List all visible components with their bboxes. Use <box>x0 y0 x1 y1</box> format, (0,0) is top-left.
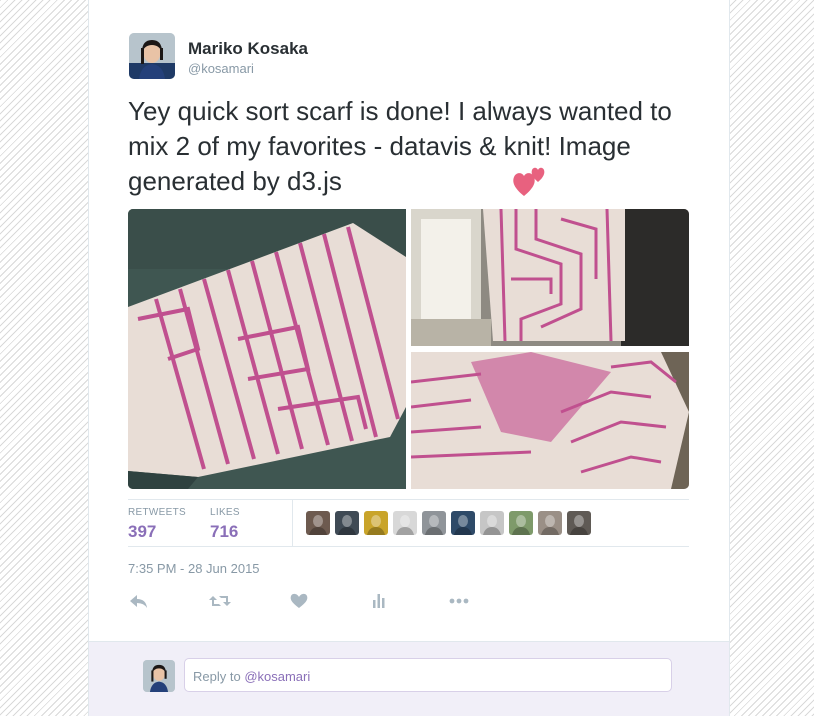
likes-label: LIKES <box>210 507 240 518</box>
more-icon[interactable] <box>448 590 528 612</box>
scarf-window-photo[interactable] <box>411 209 689 346</box>
like-icon[interactable] <box>288 590 368 612</box>
liker-avatar[interactable] <box>393 511 417 535</box>
liker-avatar[interactable] <box>364 511 388 535</box>
liker-avatar[interactable] <box>509 511 533 535</box>
likes-stat[interactable]: LIKES 716 <box>210 507 240 542</box>
tweet-timestamp[interactable]: 7:35 PM - 28 Jun 2015 <box>128 561 260 576</box>
tweet-card: Mariko Kosaka @kosamari Yey quick sort s… <box>88 0 730 716</box>
user-name[interactable]: Mariko Kosaka <box>188 39 308 59</box>
tweet-media <box>128 209 689 489</box>
liker-avatar[interactable] <box>306 511 330 535</box>
divider <box>128 546 689 547</box>
liker-avatar[interactable] <box>451 511 475 535</box>
likes-count[interactable]: 716 <box>210 522 240 542</box>
liker-avatar[interactable] <box>480 511 504 535</box>
reply-prefix: Reply to <box>193 669 245 684</box>
divider <box>128 499 689 500</box>
retweets-label: RETWEETS <box>128 507 186 518</box>
liker-avatar[interactable] <box>567 511 591 535</box>
tweet-text: Yey quick sort scarf is done! I always w… <box>128 96 672 196</box>
avatar[interactable] <box>129 33 175 79</box>
scarf-worn-photo[interactable] <box>411 352 689 489</box>
stats-separator <box>292 500 293 546</box>
reply-input[interactable]: Reply to @kosamari <box>184 658 672 692</box>
liker-avatar[interactable] <box>538 511 562 535</box>
liker-avatar[interactable] <box>422 511 446 535</box>
two-hearts-icon <box>512 162 550 198</box>
retweets-stat[interactable]: RETWEETS 397 <box>128 507 186 542</box>
liker-avatar[interactable] <box>335 511 359 535</box>
reply-icon[interactable] <box>128 590 208 612</box>
analytics-icon[interactable] <box>368 590 448 612</box>
user-handle[interactable]: @kosamari <box>188 61 254 76</box>
liker-avatars <box>306 511 591 535</box>
tweet-actions <box>128 590 528 612</box>
reply-box: Reply to @kosamari <box>89 641 729 716</box>
retweet-icon[interactable] <box>208 590 288 612</box>
scarf-folded-photo[interactable] <box>128 209 406 489</box>
avatar <box>143 660 175 692</box>
reply-mention: @kosamari <box>244 669 311 684</box>
retweets-count[interactable]: 397 <box>128 522 186 542</box>
